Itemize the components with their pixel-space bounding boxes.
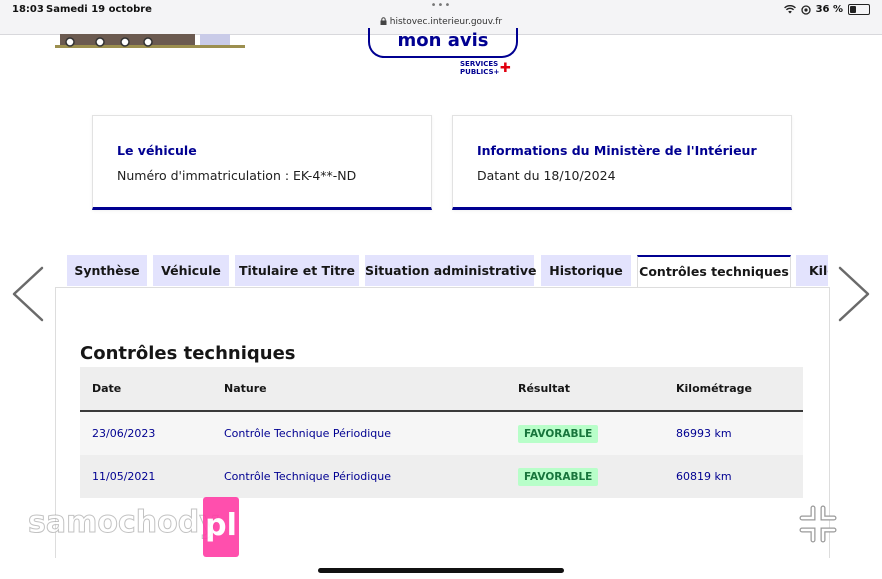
row-date: 23/06/2023 — [92, 427, 156, 440]
tab-controles-techniques[interactable]: Contrôles techniques — [637, 255, 791, 287]
battery-level — [850, 6, 857, 13]
section-title: Contrôles techniques — [80, 343, 296, 364]
chevron-right-icon[interactable] — [834, 266, 874, 322]
url-text: histovec.interieur.gouv.fr — [389, 17, 503, 27]
ministry-card: Informations du Ministère de l'Intérieur… — [452, 115, 792, 210]
battery-icon — [848, 4, 870, 15]
battery-percent: 36 % — [815, 4, 843, 15]
row-nature: Contrôle Technique Périodique — [224, 470, 391, 483]
wifi-icon — [783, 5, 796, 14]
more-dots-icon[interactable]: ••• — [0, 0, 882, 11]
tab-historique[interactable]: Historique — [541, 255, 631, 286]
column-kilometrage: Kilométrage — [676, 382, 752, 395]
home-indicator[interactable] — [318, 568, 564, 573]
focus-icon — [800, 4, 811, 15]
status-right: 36 % — [783, 4, 870, 15]
table-row: 23/06/2023 Contrôle Technique Périodique… — [80, 412, 803, 455]
column-date: Date — [92, 382, 122, 395]
watermark-text: samochody — [28, 505, 220, 541]
tab-synthese[interactable]: Synthèse — [67, 255, 147, 286]
address-bar[interactable]: histovec.interieur.gouv.fr — [0, 17, 882, 27]
row-km: 86993 km — [676, 427, 732, 440]
row-km: 60819 km — [676, 470, 732, 483]
mon-avis-label: mon avis — [397, 30, 489, 51]
tab-bar: Synthèse Véhicule Titulaire et Titre Sit… — [67, 255, 828, 287]
vehicles-illustration — [55, 34, 245, 48]
result-badge: FAVORABLE — [518, 425, 599, 443]
mon-avis-button[interactable]: mon avis — [368, 28, 518, 58]
services-publics-line2: PUBLICS+ — [460, 68, 500, 76]
table-header: Date Nature Résultat Kilométrage — [80, 367, 803, 412]
result-badge: FAVORABLE — [518, 468, 599, 486]
registration-number: Numéro d'immatriculation : EK-4**-ND — [117, 168, 357, 183]
lock-icon — [380, 17, 387, 25]
ministry-card-title: Informations du Ministère de l'Intérieur — [477, 143, 757, 158]
expand-icon[interactable] — [798, 505, 838, 543]
tab-vehicule[interactable]: Véhicule — [153, 255, 229, 286]
plus-cross-icon: ✚ — [500, 61, 511, 76]
tab-situation-administrative[interactable]: Situation administrative — [365, 255, 536, 286]
vehicle-card-title: Le véhicule — [117, 143, 197, 158]
tab-titulaire-titre[interactable]: Titulaire et Titre — [235, 255, 359, 286]
column-nature: Nature — [224, 382, 267, 395]
vehicle-card: Le véhicule Numéro d'immatriculation : E… — [92, 115, 432, 210]
table-row: 11/05/2021 Contrôle Technique Périodique… — [80, 455, 803, 498]
tab-kilometrage[interactable]: Kilo — [796, 255, 828, 286]
watermark-badge: pl — [203, 497, 239, 557]
controles-table: Date Nature Résultat Kilométrage 23/06/2… — [80, 367, 803, 498]
column-resultat: Résultat — [518, 382, 571, 395]
services-publics-logo: SERVICES PUBLICS+ — [460, 60, 499, 76]
services-publics-line1: SERVICES — [460, 60, 499, 68]
row-date: 11/05/2021 — [92, 470, 156, 483]
row-nature: Contrôle Technique Périodique — [224, 427, 391, 440]
chevron-left-icon[interactable] — [8, 266, 48, 322]
data-date: Datant du 18/10/2024 — [477, 168, 616, 183]
